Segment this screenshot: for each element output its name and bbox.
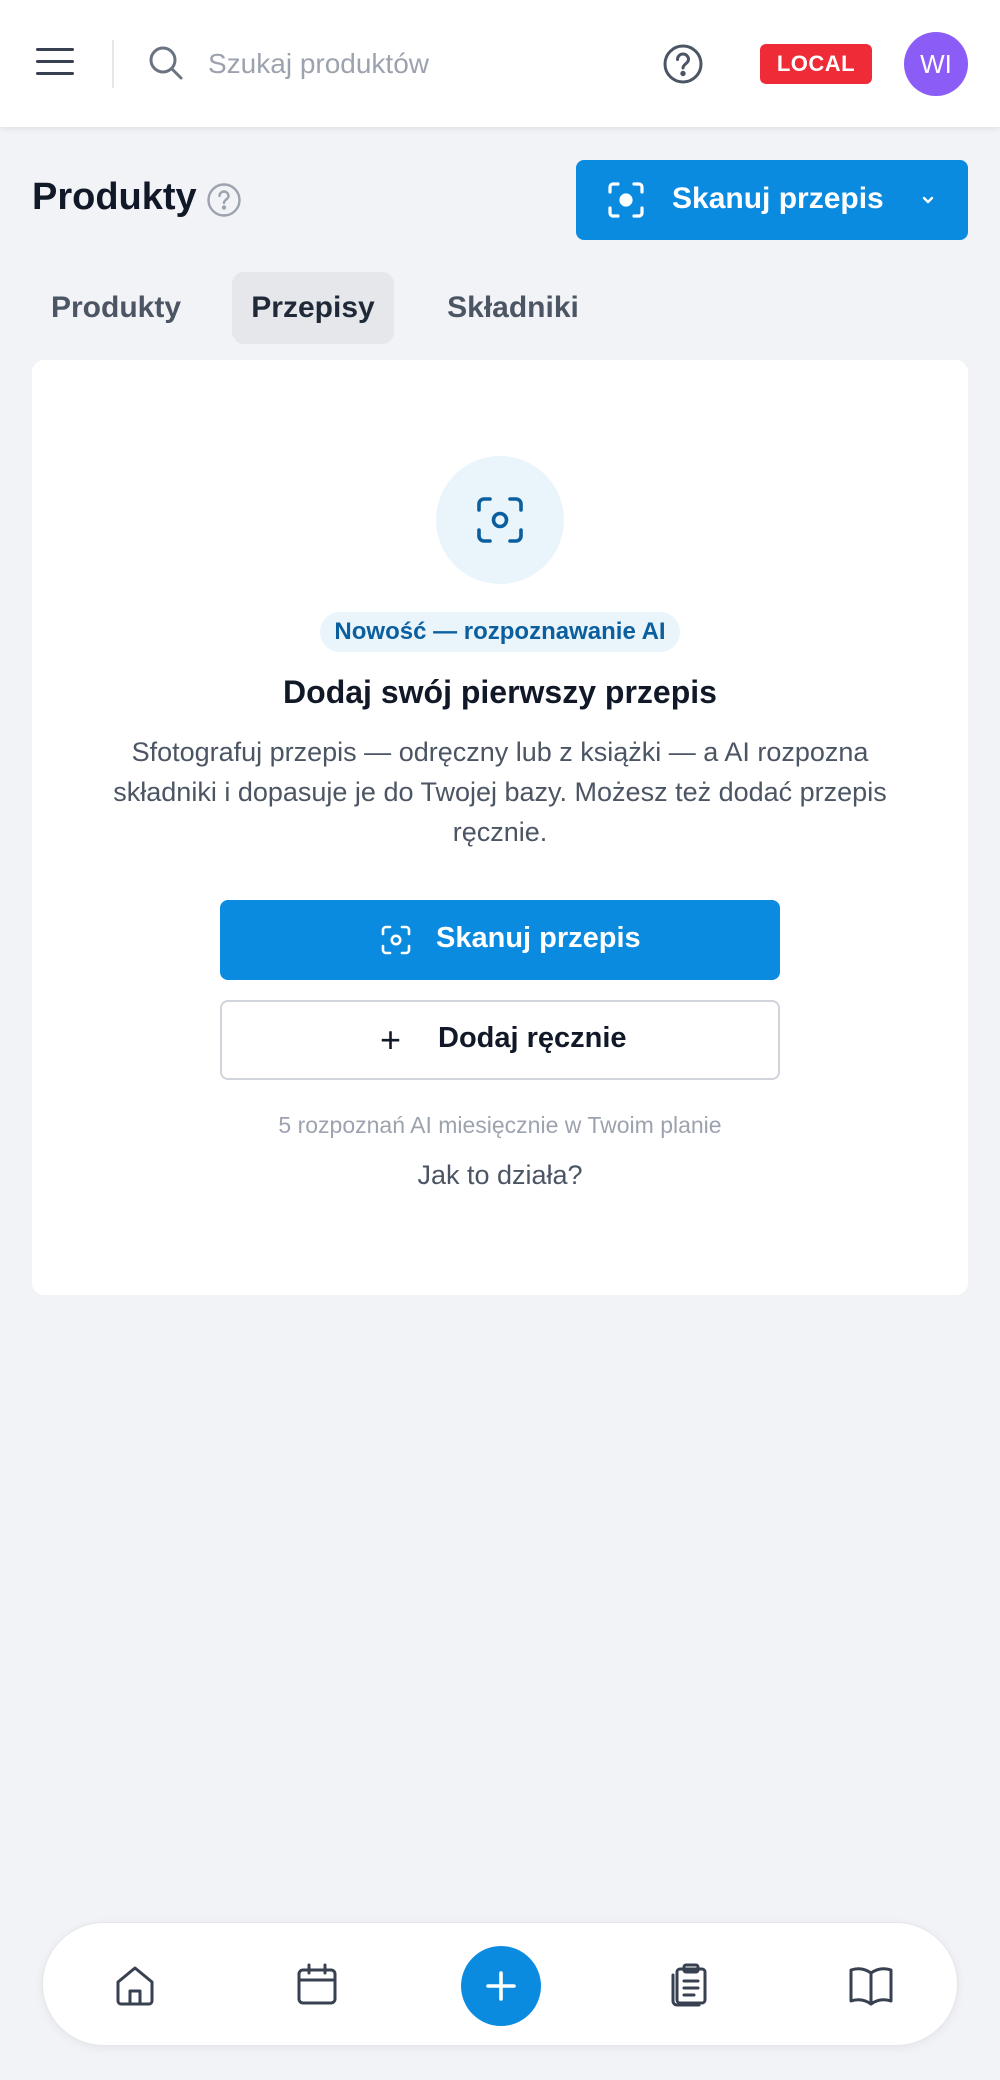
home-icon	[116, 1966, 154, 2006]
scan-icon	[477, 497, 523, 543]
page-title: Produkty	[32, 176, 197, 218]
tab-skladniki[interactable]: Składniki	[426, 272, 600, 344]
nav-calendar[interactable]	[293, 1961, 341, 2009]
add-manually-button[interactable]: + Dodaj ręcznie	[220, 1000, 780, 1080]
empty-state-description: Sfotografuj przepis — odręczny lub z ksi…	[113, 737, 887, 847]
bottom-navigation	[42, 1922, 958, 2046]
empty-state-card: Nowość — rozpoznawanie AI Dodaj swój pie…	[32, 360, 968, 1295]
environment-badge: LOCAL	[760, 44, 872, 84]
clipboard-list-icon	[671, 1963, 707, 2007]
nav-home[interactable]	[111, 1961, 159, 2009]
search-input[interactable]	[208, 44, 628, 84]
hamburger-menu-icon[interactable]	[36, 48, 74, 78]
scan-icon	[608, 182, 644, 218]
tab-produkty[interactable]: Produkty	[32, 272, 200, 344]
top-bar: LOCAL WI	[0, 0, 1000, 127]
hero-icon-circle	[436, 456, 564, 584]
tab-przepisy[interactable]: Przepisy	[232, 272, 394, 344]
search-icon	[149, 46, 183, 80]
how-it-works-link[interactable]: Jak to działa?	[32, 1160, 968, 1191]
divider	[112, 40, 114, 88]
ai-quota-note: 5 rozpoznań AI miesięcznie w Twoim plani…	[278, 1112, 722, 1138]
empty-state-title: Dodaj swój pierwszy przepis	[283, 674, 717, 710]
add-icon	[486, 1971, 516, 2001]
chevron-down-icon[interactable]	[918, 190, 938, 210]
scan-recipe-primary-button[interactable]: Skanuj przepis	[220, 900, 780, 980]
nav-add-button[interactable]	[461, 1946, 541, 2026]
help-icon[interactable]	[662, 43, 704, 85]
scan-recipe-button[interactable]: Skanuj przepis	[576, 160, 968, 240]
nav-recipes[interactable]	[847, 1961, 895, 2009]
scan-icon	[381, 925, 411, 955]
calendar-icon	[297, 1963, 337, 2005]
scan-recipe-label: Skanuj przepis	[672, 182, 884, 215]
scan-recipe-primary-label: Skanuj przepis	[436, 922, 641, 954]
avatar[interactable]: WI	[904, 32, 968, 96]
nav-lists[interactable]	[665, 1961, 713, 2009]
add-manually-label: Dodaj ręcznie	[438, 1022, 627, 1054]
book-icon	[849, 1967, 893, 2006]
help-circle-icon[interactable]	[206, 182, 242, 218]
new-feature-badge: Nowość — rozpoznawanie AI	[320, 612, 680, 652]
plus-icon: +	[380, 1019, 402, 1060]
